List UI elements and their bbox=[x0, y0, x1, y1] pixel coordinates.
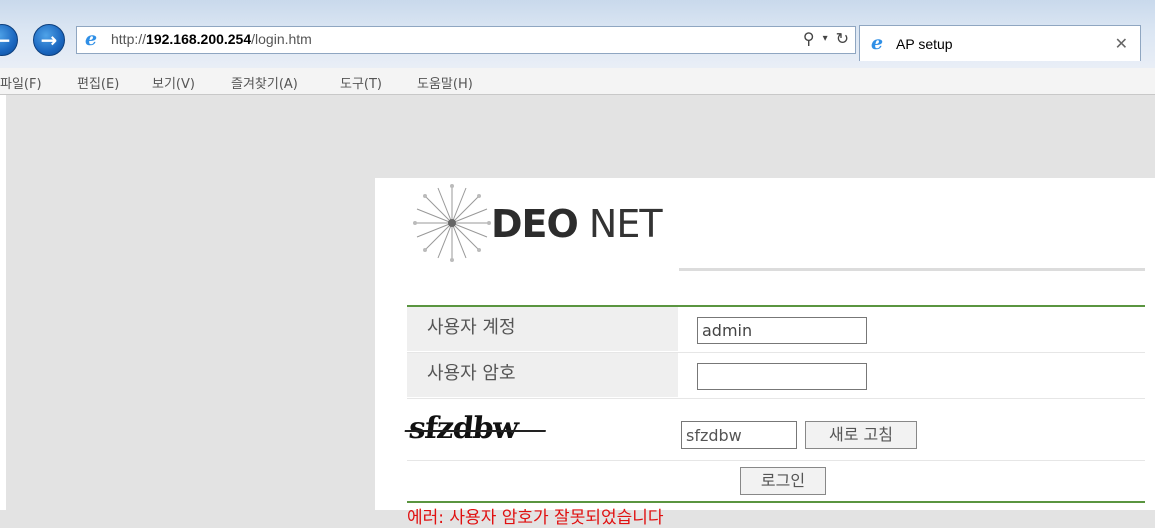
refresh-captcha-button[interactable]: 새로 고침 bbox=[805, 421, 917, 449]
login-form: 사용자 계정 사용자 암호 sfzdbw 새로 고침 로그인 bbox=[407, 305, 1145, 503]
arrow-right-icon: → bbox=[40, 28, 58, 52]
arrow-left-icon: ← bbox=[0, 28, 11, 52]
ie-page-icon: e bbox=[85, 28, 98, 50]
login-row: 로그인 bbox=[407, 461, 1145, 503]
username-input[interactable] bbox=[697, 317, 867, 344]
password-input[interactable] bbox=[697, 363, 867, 390]
password-row: 사용자 암호 bbox=[407, 353, 1145, 399]
back-button[interactable]: ← bbox=[0, 24, 18, 56]
close-tab-icon[interactable]: ✕ bbox=[1115, 34, 1128, 53]
search-icon[interactable]: ⚲ bbox=[803, 29, 815, 48]
menu-help[interactable]: 도움말(H) bbox=[417, 73, 473, 92]
refresh-icon[interactable]: ↻ bbox=[836, 29, 849, 48]
password-label: 사용자 암호 bbox=[407, 353, 678, 397]
menu-edit[interactable]: 편집(E) bbox=[77, 73, 119, 92]
captcha-input[interactable] bbox=[681, 421, 797, 449]
menu-favorites[interactable]: 즐겨찾기(A) bbox=[231, 73, 298, 92]
tab-title: AP setup bbox=[896, 36, 953, 52]
tab-ap-setup[interactable]: e AP setup ✕ bbox=[859, 25, 1141, 61]
forward-button[interactable]: → bbox=[33, 24, 65, 56]
captcha-image: sfzdbw bbox=[407, 411, 520, 446]
page-left-edge bbox=[0, 95, 6, 510]
login-panel: DEO NET 사용자 계정 사용자 암호 sfzdbw 새로 고침 로그인 에… bbox=[375, 178, 1155, 528]
url-text[interactable]: http://192.168.200.254/login.htm bbox=[111, 31, 312, 47]
dropdown-icon[interactable]: ▾ bbox=[823, 33, 828, 44]
error-message: 에러: 사용자 암호가 잘못되었습니다 bbox=[407, 508, 664, 528]
ie-tab-icon: e bbox=[871, 32, 884, 54]
menu-bar: 파일(F) 편집(E) 보기(V) 즐겨찾기(A) 도구(T) 도움말(H) bbox=[0, 68, 1155, 95]
username-row: 사용자 계정 bbox=[407, 307, 1145, 353]
starburst-logo-icon bbox=[413, 184, 491, 262]
login-button[interactable]: 로그인 bbox=[740, 467, 826, 495]
header-divider bbox=[679, 268, 1145, 271]
menu-view[interactable]: 보기(V) bbox=[152, 73, 195, 92]
username-label: 사용자 계정 bbox=[407, 307, 678, 351]
menu-tools[interactable]: 도구(T) bbox=[340, 73, 382, 92]
captcha-row: sfzdbw 새로 고침 bbox=[407, 399, 1145, 461]
brand-logo-text: DEO NET bbox=[491, 202, 663, 246]
address-bar[interactable]: e http://192.168.200.254/login.htm ⚲ ▾ ↻ bbox=[76, 26, 856, 54]
menu-file[interactable]: 파일(F) bbox=[0, 73, 42, 92]
browser-toolbar: ← → e http://192.168.200.254/login.htm ⚲… bbox=[0, 0, 1155, 68]
